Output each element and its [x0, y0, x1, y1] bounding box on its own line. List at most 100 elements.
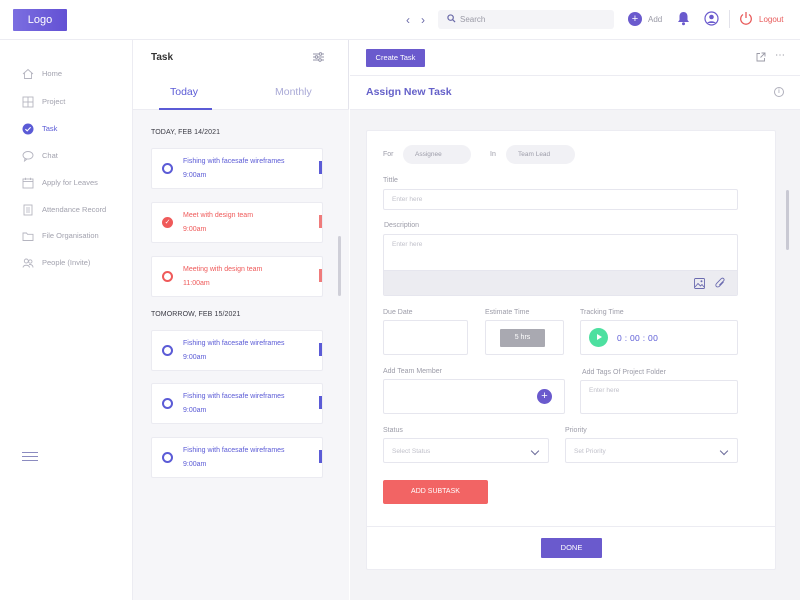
- sidebar-item-people[interactable]: People (Invite): [22, 256, 132, 270]
- task-color-bar: [319, 343, 322, 356]
- priority-select[interactable]: Set Priority: [565, 438, 738, 463]
- description-placeholder: Enter here: [392, 241, 423, 248]
- user-icon[interactable]: [704, 11, 719, 26]
- create-task-button[interactable]: Create Task: [366, 49, 425, 67]
- add-button[interactable]: +: [628, 12, 642, 26]
- add-subtask-button[interactable]: ADD SUBTASK: [383, 480, 488, 504]
- description-toolbar: [384, 270, 737, 295]
- document-icon: [23, 204, 33, 216]
- due-date-label: Due Date: [383, 309, 413, 316]
- sidebar: Home Project Task Chat Apply for Leaves …: [0, 40, 133, 600]
- search-bar[interactable]: [438, 10, 614, 29]
- attachment-icon[interactable]: [715, 277, 726, 289]
- chevron-left-icon[interactable]: ‹: [406, 12, 410, 28]
- task-card[interactable]: Fishing with facesafe wireframes 9:00am: [151, 148, 323, 189]
- task-card[interactable]: ✓ Meet with design team 9:00am: [151, 202, 323, 243]
- tab-monthly[interactable]: Monthly: [275, 86, 312, 98]
- task-card[interactable]: Fishing with facesafe wireframes 9:00am: [151, 383, 323, 424]
- external-link-icon[interactable]: [756, 52, 766, 62]
- task-tabs: Today Monthly: [133, 76, 349, 110]
- more-options-icon[interactable]: ⋯: [775, 50, 786, 61]
- task-time: 9:00am: [183, 407, 207, 414]
- estimate-time-field[interactable]: 5 hrs: [485, 320, 564, 355]
- date-header: TOMORROW, FEB 15/2021: [151, 311, 241, 318]
- task-status-circle[interactable]: [162, 163, 173, 174]
- sidebar-item-label: Apply for Leaves: [42, 178, 98, 187]
- sidebar-item-task[interactable]: Task: [22, 122, 132, 136]
- title-input[interactable]: Enter here: [383, 189, 738, 210]
- tags-placeholder: Enter here: [589, 387, 620, 394]
- chevron-right-icon[interactable]: ›: [421, 12, 425, 28]
- status-label: Status: [383, 427, 403, 434]
- task-color-bar: [319, 450, 322, 463]
- title-placeholder: Enter here: [392, 196, 423, 203]
- menu-icon[interactable]: [22, 452, 38, 464]
- tracking-time-field: 0 : 00 : 00: [580, 320, 738, 355]
- main-toolbar: Create Task ⋯: [350, 40, 800, 76]
- estimate-time-value[interactable]: 5 hrs: [500, 329, 545, 347]
- logout-link[interactable]: Logout: [759, 15, 783, 24]
- tracking-timer: 0 : 00 : 00: [617, 333, 659, 343]
- sidebar-item-home[interactable]: Home: [22, 67, 132, 81]
- task-title: Fishing with facesafe wireframes: [183, 393, 285, 400]
- team-lead-select[interactable]: Team Lead: [506, 145, 575, 164]
- task-list-scrollbar[interactable]: [338, 236, 341, 296]
- task-time: 11:00am: [183, 280, 210, 287]
- assignee-select[interactable]: Assignee: [403, 145, 471, 164]
- logo[interactable]: Logo: [13, 9, 67, 31]
- sidebar-item-label: Chat: [42, 151, 58, 160]
- task-time: 9:00am: [183, 172, 207, 179]
- page-title: Assign New Task: [366, 86, 452, 98]
- image-icon[interactable]: [694, 278, 705, 289]
- power-icon[interactable]: [739, 11, 753, 26]
- folder-icon: [22, 232, 34, 241]
- add-member-button[interactable]: +: [537, 389, 552, 404]
- play-icon[interactable]: [589, 328, 608, 347]
- task-panel-title: Task: [151, 52, 174, 63]
- task-title: Fishing with facesafe wireframes: [183, 158, 285, 165]
- task-color-bar: [319, 396, 322, 409]
- grid-icon: [22, 96, 34, 108]
- task-color-bar: [319, 161, 322, 174]
- description-textarea[interactable]: Enter here: [383, 234, 738, 296]
- search-input[interactable]: [460, 12, 608, 27]
- done-button[interactable]: DONE: [541, 538, 602, 558]
- title-label: Tittle: [383, 177, 398, 184]
- people-icon: [22, 258, 34, 268]
- sidebar-item-attendance[interactable]: Attendance Record: [22, 203, 132, 217]
- bell-icon[interactable]: [677, 11, 690, 26]
- info-icon[interactable]: i: [774, 87, 784, 97]
- tab-today[interactable]: Today: [170, 86, 198, 98]
- team-member-field[interactable]: +: [383, 379, 565, 414]
- sidebar-item-label: Task: [42, 124, 58, 133]
- main-scrollbar[interactable]: [786, 190, 789, 250]
- tags-input[interactable]: Enter here: [580, 380, 738, 414]
- tracking-time-label: Tracking Time: [580, 309, 624, 316]
- task-status-circle[interactable]: [162, 271, 173, 282]
- home-icon: [22, 68, 34, 79]
- filter-icon[interactable]: [313, 52, 324, 62]
- sidebar-item-project[interactable]: Project: [22, 95, 132, 109]
- task-title: Meet with design team: [183, 212, 254, 219]
- task-completed-check-icon[interactable]: ✓: [162, 217, 173, 228]
- task-color-bar: [319, 269, 322, 282]
- priority-placeholder: Set Priority: [574, 448, 606, 455]
- status-select[interactable]: Select Status: [383, 438, 549, 463]
- tags-label: Add Tags Of Project Folder: [582, 369, 666, 376]
- priority-label: Priority: [565, 427, 587, 434]
- task-card[interactable]: Fishing with facesafe wireframes 9:00am: [151, 437, 323, 478]
- task-card[interactable]: Meeting with design team 11:00am: [151, 256, 323, 297]
- sidebar-item-files[interactable]: File Organisation: [22, 229, 132, 243]
- task-time: 9:00am: [183, 354, 207, 361]
- sidebar-item-chat[interactable]: Chat: [22, 149, 132, 163]
- task-status-circle[interactable]: [162, 452, 173, 463]
- status-placeholder: Select Status: [392, 448, 431, 455]
- task-status-circle[interactable]: [162, 398, 173, 409]
- task-status-circle[interactable]: [162, 345, 173, 356]
- date-header: TODAY, FEB 14/2021: [151, 129, 221, 136]
- due-date-input[interactable]: [383, 320, 468, 355]
- add-label[interactable]: Add: [648, 15, 662, 24]
- check-circle-icon: [22, 123, 34, 135]
- task-card[interactable]: Fishing with facesafe wireframes 9:00am: [151, 330, 323, 371]
- sidebar-item-leaves[interactable]: Apply for Leaves: [22, 176, 132, 190]
